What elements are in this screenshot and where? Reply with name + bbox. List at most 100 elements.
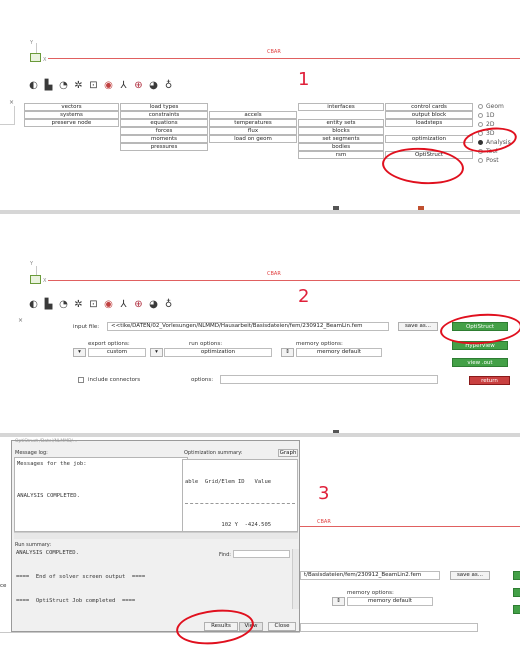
menu-load-on-geom[interactable]: load on geom [209,135,297,143]
bottle-icon[interactable]: ♁ [162,79,175,91]
left-panel-edge [0,106,15,125]
menu-pressures[interactable]: pressures [120,143,208,151]
close-icon[interactable]: × [9,99,14,106]
tank-icon[interactable]: ▙ [42,79,55,91]
menu-set-segments[interactable]: set segments [298,135,384,143]
pin-icon[interactable]: ⊡ [87,298,100,310]
memory-options-label: memory options: [296,341,343,347]
bottle-icon[interactable]: ♁ [162,298,175,310]
message-log-pane[interactable]: Messages for the job: ANALYSIS COMPLETED… [14,457,188,532]
optimization-summary-pane[interactable]: able Grid/Elem ID Value 102 Y -424.505 [182,459,298,532]
optimization-summary-label: Optimization summary: [184,450,243,456]
axes-icon[interactable]: ⅄ [117,79,130,91]
tank-icon[interactable]: ▙ [42,298,55,310]
save-as-button[interactable]: save as... [450,571,490,580]
menu-moments[interactable]: moments [120,135,208,143]
axis-x-label: X [43,278,47,284]
radio-dot [478,113,483,118]
run-summary-pane[interactable]: ANALYSIS COMPLETED. ==== End of solver s… [14,547,294,611]
window-title: OptiStruct /Datei/NLMMD/... [15,439,78,444]
menu-constraints[interactable]: constraints [120,111,208,119]
options-input[interactable] [220,375,438,384]
graph-button[interactable]: Graph [278,449,298,457]
view-out-button-fragment[interactable] [513,605,520,614]
axis-x-label: X [43,57,47,63]
export-options-select[interactable]: custom [88,348,146,357]
menu-temperatures[interactable]: temperatures [209,119,297,127]
menu-rsm[interactable]: rsm [298,151,384,159]
message-log-scrollbar[interactable] [14,532,188,539]
target-icon[interactable]: ◉ [102,298,115,310]
return-button[interactable]: return [469,376,510,385]
export-options-label: export options: [88,341,130,347]
memory-options-arrow[interactable]: ⇕ [281,348,294,357]
menu-vectors[interactable]: vectors [24,103,119,111]
cbar-line [48,58,520,59]
save-as-button[interactable]: save as... [398,322,438,331]
run-options-select[interactable]: optimization [164,348,272,357]
menu-control-cards[interactable]: control cards [385,103,473,111]
menu-systems[interactable]: systems [24,111,119,119]
sphere-icon[interactable]: ◐ [27,298,40,310]
options-label: options: [191,377,214,383]
menu-preserve-node[interactable]: preserve node [24,119,119,127]
menu-entity-sets[interactable]: entity sets [298,119,384,127]
radio-label: Geom [486,103,504,110]
page-icon[interactable]: ◕ [147,79,160,91]
menu-loadsteps[interactable]: loadsteps [385,119,473,127]
menu-output-block[interactable]: output block [385,111,473,119]
cbar-label: CBAR [317,519,331,525]
dolly-icon[interactable]: ◔ [57,298,70,310]
menu-flux[interactable]: flux [209,127,297,135]
page-icon[interactable]: ◕ [147,298,160,310]
magnifier-icon[interactable]: ⊕ [132,298,145,310]
options-input[interactable] [300,623,478,632]
menu-load-types[interactable]: load types [120,103,208,111]
menu-forces[interactable]: forces [120,127,208,135]
hyperview-button-fragment[interactable] [513,588,520,597]
optimization-summary-header: able Grid/Elem ID Value [185,479,272,485]
radio-label: Post [486,157,499,164]
axes-icon[interactable]: ⅄ [117,298,130,310]
input-file-field[interactable]: t/Basisdateien/fem/230912_BeamLin2.fem [300,571,440,580]
input-file-field[interactable]: <<tike/DATEN/02_Vorlesungen/NLMMD/Hausar… [107,322,389,331]
export-options-arrow[interactable]: ▾ [73,348,86,357]
cbar-line [48,280,520,281]
sphere-icon[interactable]: ◐ [27,79,40,91]
close-button[interactable]: Close [268,622,296,631]
include-connectors-checkbox[interactable] [78,377,84,383]
message-log-label: Message log: [15,450,48,456]
menu-bodies[interactable]: bodies [298,143,384,151]
radio-label: 1D [486,112,495,119]
step-number: 2 [298,286,310,307]
run-summary-scrollbar[interactable] [292,549,299,609]
star-icon[interactable]: ✲ [72,79,85,91]
panel-step-1: Y X CBAR 1 ◐ ▙ ◔ ✲ ⊡ ◉ ⅄ ⊕ ◕ ♁ × vectors… [0,0,520,210]
optistruct-button-fragment[interactable] [513,571,520,580]
dolly-icon[interactable]: ◔ [57,79,70,91]
menu-interfaces[interactable]: interfaces [298,103,384,111]
view-out-button[interactable]: view .out [452,358,508,367]
star-icon[interactable]: ✲ [72,298,85,310]
optimization-summary-divider [185,503,295,504]
memory-options-arrow[interactable]: ⇕ [332,597,345,606]
optimization-summary-scrollbar[interactable] [182,532,298,539]
axis-triad-icon [30,53,41,62]
menu-blocks[interactable]: blocks [298,127,384,135]
run-options-arrow[interactable]: ▾ [150,348,163,357]
menu-equations[interactable]: equations [120,119,208,127]
radio-post[interactable]: Post [478,157,499,164]
memory-options-label: memory options: [347,590,394,596]
menu-accels[interactable]: accels [209,111,297,119]
menu-optimization[interactable]: optimization [385,135,473,143]
radio-1d[interactable]: 1D [478,112,494,119]
target-icon[interactable]: ◉ [102,79,115,91]
close-icon[interactable]: × [18,317,23,324]
pin-icon[interactable]: ⊡ [87,79,100,91]
radio-geom[interactable]: Geom [478,103,504,110]
magnifier-icon[interactable]: ⊕ [132,79,145,91]
cbar-line [300,526,520,527]
memory-options-select[interactable]: memory default [296,348,382,357]
panel-step-2: Y X CBAR 2 ◐ ▙ ◔ ✲ ⊡ ◉ ⅄ ⊕ ◕ ♁ × input f… [0,214,520,434]
memory-options-select[interactable]: memory default [347,597,433,606]
